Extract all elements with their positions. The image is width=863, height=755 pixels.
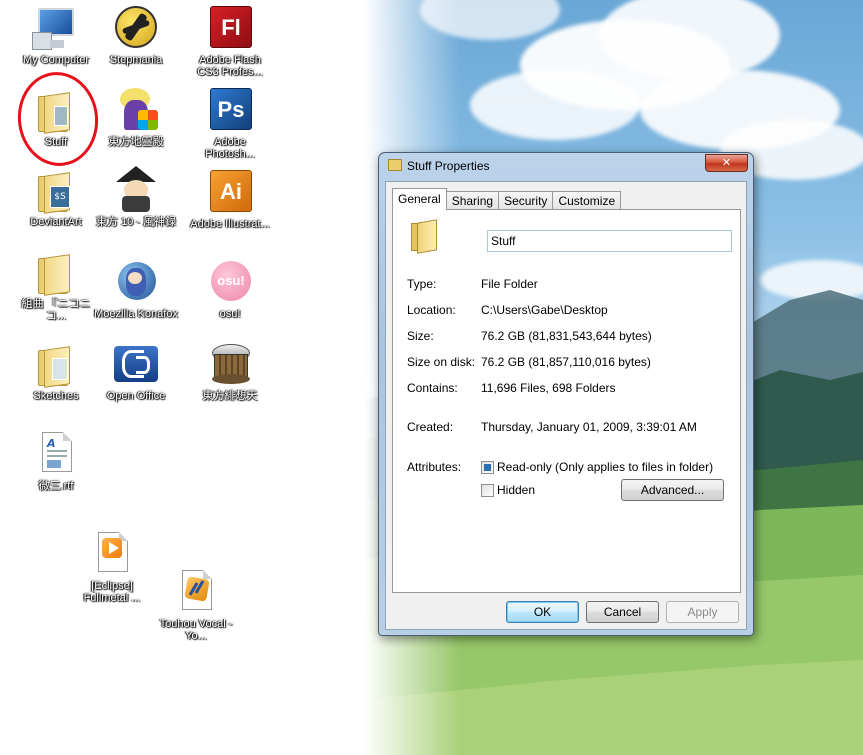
desktop-icon-label: My Computer (22, 54, 90, 66)
size-label: Size: (407, 329, 434, 343)
desktop-icon-label: osu! (219, 308, 241, 320)
ok-button[interactable]: OK (506, 601, 579, 623)
touhou-icon (112, 166, 160, 214)
apply-button[interactable]: Apply (666, 601, 739, 623)
folder-icon (411, 219, 439, 254)
tab-customize[interactable]: Customize (552, 191, 622, 210)
folder-icon (32, 340, 80, 388)
tab-general[interactable]: General (392, 188, 447, 210)
flash-icon: Fl (206, 4, 254, 52)
desktop-icon-label: [Eclipse] Fullmetal ... (83, 580, 141, 604)
size-on-disk-label: Size on disk: (407, 355, 476, 369)
folder-icon (388, 159, 402, 171)
hidden-label[interactable]: Hidden (497, 483, 535, 497)
separator (405, 407, 731, 408)
created-value: Thursday, January 01, 2009, 3:39:01 AM (481, 420, 697, 434)
tab-security[interactable]: Security (498, 191, 554, 210)
desktop-icon-my-computer[interactable]: My Computer (14, 4, 98, 66)
desktop-icon-audio-file[interactable]: Touhou Vocal - Yo... (154, 568, 238, 642)
type-value: File Folder (481, 277, 538, 291)
attributes-label: Attributes: (407, 460, 462, 474)
folder-icon: $S (32, 166, 80, 214)
computer-icon (32, 4, 80, 52)
separator (405, 446, 731, 447)
desktop-icon-sketches[interactable]: Sketches (14, 340, 98, 402)
desktop-icon-label: Adobe Illustrat... (190, 218, 270, 230)
touhou-icon (112, 86, 160, 134)
stepmania-icon (112, 4, 160, 52)
properties-window: Stuff Properties ✕ General Sharing Secur… (378, 152, 754, 636)
desktop-icon-label: Moezilla Konafox (94, 308, 178, 320)
desktop-icon-label: Open Office (106, 390, 166, 402)
desktop-icon-label: Touhou Vocal - Yo... (159, 618, 233, 642)
illustrator-icon: Ai (206, 168, 254, 216)
desktop-icon-openoffice[interactable]: Open Office (94, 340, 178, 402)
contains-value: 11,696 Files, 698 Folders (481, 381, 616, 395)
desktop-icon-label: Stepmania (109, 54, 163, 66)
desktop-icon-adobe-illustrator[interactable]: Ai Adobe Illustrat... (188, 168, 272, 230)
folder-icon (32, 248, 80, 296)
advanced-button[interactable]: Advanced... (621, 479, 724, 501)
desktop-icon-touhou-10[interactable]: 東方 10 - 風神録 (94, 166, 178, 228)
desktop-icon-rtf[interactable]: A 微三.rtf (14, 430, 98, 492)
contains-label: Contains: (407, 381, 458, 395)
desktop-icon-label: 微三.rtf (38, 480, 74, 492)
audio-file-icon (172, 568, 220, 616)
close-button[interactable]: ✕ (705, 154, 748, 172)
desktop-icon-adobe-flash[interactable]: Fl Adobe Flash CS3 Profes... (188, 4, 272, 78)
moezilla-icon (112, 258, 160, 306)
openoffice-icon (112, 340, 160, 388)
general-tab-panel: Stuff Type: File Folder Location: C:\Use… (392, 209, 741, 593)
window-client-area: General Sharing Security Customize Stuff… (385, 181, 747, 630)
readonly-label[interactable]: Read-only (Only applies to files in fold… (497, 460, 713, 474)
desktop-icon-video-file[interactable]: [Eclipse] Fullmetal ... (70, 530, 154, 604)
desktop-icon-folder-nico[interactable]: 組曲 『ニコニコ... (14, 248, 98, 322)
created-label: Created: (407, 420, 454, 434)
desktop-icon-label: 組曲 『ニコニコ... (21, 298, 91, 322)
desktop-icon-label: 東方 10 - 風神録 (95, 216, 177, 228)
desktop-icon-label: Adobe Flash CS3 Profes... (197, 54, 263, 78)
desktop-icon-label: 東方緋想天 (202, 390, 258, 402)
tab-sharing[interactable]: Sharing (445, 191, 500, 210)
desktop-icon-stepmania[interactable]: Stepmania (94, 4, 178, 66)
folder-name-input[interactable]: Stuff (487, 230, 732, 252)
size-value: 76.2 GB (81,831,543,644 bytes) (481, 329, 652, 343)
window-title: Stuff Properties (407, 159, 490, 173)
desktop-icon-adobe-photoshop[interactable]: Ps Adobe Photosh... (188, 86, 272, 160)
readonly-checkbox[interactable] (481, 461, 494, 474)
desktop-icon-touhou-hisoutensoku[interactable]: 東方緋想天 (188, 340, 272, 402)
location-label: Location: (407, 303, 456, 317)
photoshop-icon: Ps (206, 86, 254, 134)
desktop-icon-label: 東方地霊殿 (108, 136, 164, 148)
osu-icon: osu! (206, 258, 254, 306)
desktop-icon-touhou-chireiden[interactable]: 東方地霊殿 (94, 86, 178, 148)
desktop-icon-label: DeviantArt (30, 216, 82, 228)
video-file-icon (88, 530, 136, 578)
touhou-icon (206, 340, 254, 388)
desktop-icon-osu[interactable]: osu! osu! (188, 258, 272, 320)
hidden-checkbox[interactable] (481, 484, 494, 497)
separator (405, 264, 731, 265)
location-value: C:\Users\Gabe\Desktop (481, 303, 608, 317)
size-on-disk-value: 76.2 GB (81,857,110,016 bytes) (481, 355, 651, 369)
desktop-icon-label: Sketches (33, 390, 79, 402)
tab-strip: General Sharing Security Customize (392, 188, 622, 210)
desktop-icon-moezilla[interactable]: Moezilla Konafox (94, 258, 178, 320)
desktop-icon-label: Adobe Photosh... (205, 136, 255, 160)
type-label: Type: (407, 277, 437, 291)
document-icon: A (32, 430, 80, 478)
title-bar[interactable]: Stuff Properties ✕ (379, 153, 753, 179)
desktop-icon-deviantart[interactable]: $S DeviantArt (14, 166, 98, 228)
cancel-button[interactable]: Cancel (586, 601, 659, 623)
